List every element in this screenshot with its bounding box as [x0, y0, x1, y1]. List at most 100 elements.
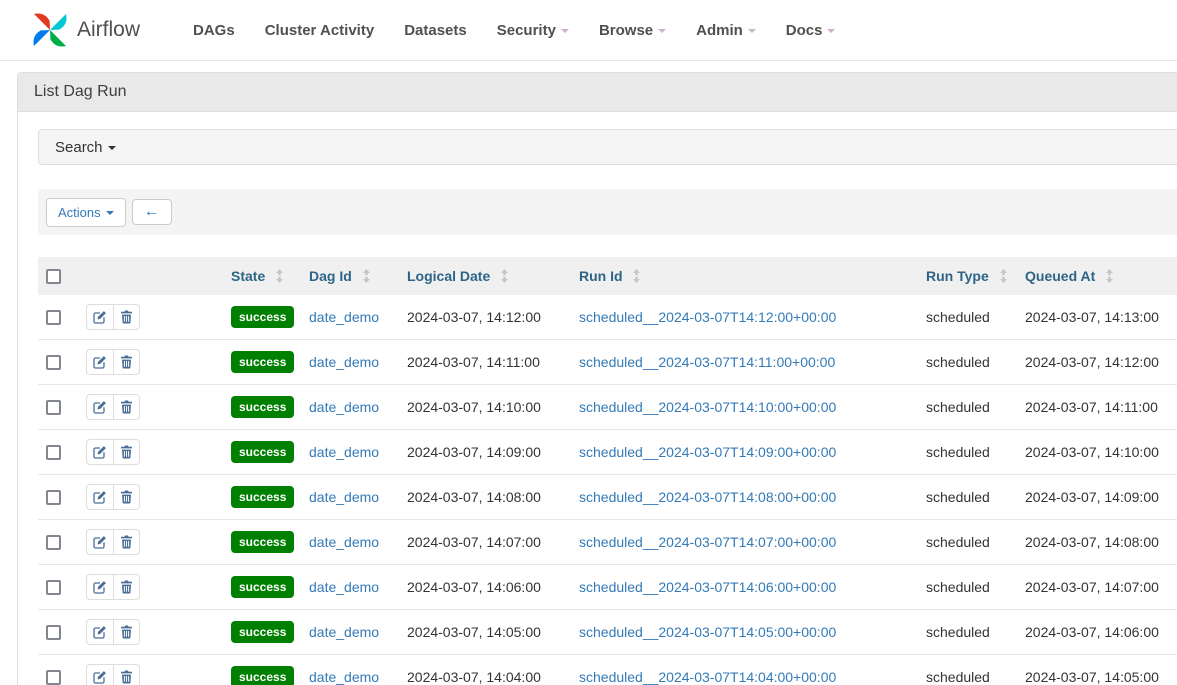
run-id-link[interactable]: scheduled__2024-03-07T14:12:00+00:00	[579, 309, 836, 325]
back-button[interactable]: ←	[132, 199, 172, 225]
edit-button[interactable]	[86, 439, 113, 465]
run-id-link[interactable]: scheduled__2024-03-07T14:11:00+00:00	[579, 354, 835, 370]
nav-item-label: Cluster Activity	[265, 22, 374, 39]
chevron-down-icon	[106, 211, 114, 215]
row-checkbox[interactable]	[46, 625, 61, 640]
dag-id-link[interactable]: date_demo	[309, 489, 379, 505]
delete-button[interactable]	[113, 394, 140, 420]
delete-button[interactable]	[113, 439, 140, 465]
actions-column-header	[78, 257, 223, 295]
delete-button[interactable]	[113, 664, 140, 685]
row-checkbox[interactable]	[46, 670, 61, 685]
row-checkbox[interactable]	[46, 580, 61, 595]
row-checkbox[interactable]	[46, 400, 61, 415]
row-select-cell	[38, 295, 78, 340]
state-badge: success	[231, 621, 294, 643]
run-id-link[interactable]: scheduled__2024-03-07T14:10:00+00:00	[579, 399, 836, 415]
delete-button[interactable]	[113, 529, 140, 555]
state-badge: success	[231, 486, 294, 508]
row-checkbox[interactable]	[46, 445, 61, 460]
table-body: success date_demo 2024-03-07, 14:12:00 s…	[38, 295, 1177, 685]
airflow-brand[interactable]: Airflow	[30, 10, 140, 50]
edit-button[interactable]	[86, 664, 113, 685]
trash-icon	[120, 490, 133, 504]
row-state-cell: success	[223, 430, 301, 475]
edit-button[interactable]	[86, 574, 113, 600]
dag-id-link[interactable]: date_demo	[309, 444, 379, 460]
row-state-cell: success	[223, 520, 301, 565]
select-all-header	[38, 257, 78, 295]
edit-icon	[93, 580, 107, 594]
run-id-link[interactable]: scheduled__2024-03-07T14:06:00+00:00	[579, 579, 836, 595]
actions-label: Actions	[58, 205, 101, 220]
dag-id-link[interactable]: date_demo	[309, 624, 379, 640]
delete-button[interactable]	[113, 304, 140, 330]
row-state-cell: success	[223, 610, 301, 655]
run-id-link[interactable]: scheduled__2024-03-07T14:07:00+00:00	[579, 534, 836, 550]
delete-button[interactable]	[113, 349, 140, 375]
row-run-id-cell: scheduled__2024-03-07T14:06:00+00:00	[571, 565, 918, 610]
delete-button[interactable]	[113, 574, 140, 600]
row-run-id-cell: scheduled__2024-03-07T14:07:00+00:00	[571, 520, 918, 565]
run-id-link[interactable]: scheduled__2024-03-07T14:08:00+00:00	[579, 489, 836, 505]
nav-item-docs[interactable]: Docs	[771, 12, 851, 49]
row-queued-at-cell: 2024-03-07, 14:12:00	[1017, 340, 1177, 385]
row-state-cell: success	[223, 340, 301, 385]
column-header-dag-id[interactable]: Dag Id	[301, 257, 399, 295]
dag-id-link[interactable]: date_demo	[309, 399, 379, 415]
nav-item-admin[interactable]: Admin	[681, 12, 771, 49]
column-header-run-id[interactable]: Run Id	[571, 257, 918, 295]
dag-id-link[interactable]: date_demo	[309, 309, 379, 325]
run-id-link[interactable]: scheduled__2024-03-07T14:04:00+00:00	[579, 669, 836, 685]
nav-item-cluster-activity[interactable]: Cluster Activity	[250, 12, 389, 49]
edit-button[interactable]	[86, 349, 113, 375]
row-dag-id-cell: date_demo	[301, 340, 399, 385]
edit-button[interactable]	[86, 619, 113, 645]
row-checkbox[interactable]	[46, 490, 61, 505]
row-state-cell: success	[223, 565, 301, 610]
nav-item-label: Docs	[786, 22, 823, 39]
delete-button[interactable]	[113, 484, 140, 510]
run-id-link[interactable]: scheduled__2024-03-07T14:05:00+00:00	[579, 624, 836, 640]
sort-icon	[1105, 269, 1114, 283]
dag-id-link[interactable]: date_demo	[309, 534, 379, 550]
row-checkbox[interactable]	[46, 355, 61, 370]
edit-button[interactable]	[86, 529, 113, 555]
column-header-run-type[interactable]: Run Type	[918, 257, 1017, 295]
search-dropdown[interactable]: Search	[38, 129, 1177, 165]
delete-button[interactable]	[113, 619, 140, 645]
table-row: success date_demo 2024-03-07, 14:06:00 s…	[38, 565, 1177, 610]
chevron-down-icon	[827, 29, 835, 33]
nav-item-browse[interactable]: Browse	[584, 12, 681, 49]
row-actions-cell	[78, 520, 223, 565]
nav-item-datasets[interactable]: Datasets	[389, 12, 482, 49]
row-checkbox[interactable]	[46, 310, 61, 325]
table-row: success date_demo 2024-03-07, 14:09:00 s…	[38, 430, 1177, 475]
column-header-queued-at[interactable]: Queued At	[1017, 257, 1177, 295]
column-header-state[interactable]: State	[223, 257, 301, 295]
select-all-checkbox[interactable]	[46, 269, 61, 284]
dag-id-link[interactable]: date_demo	[309, 579, 379, 595]
edit-button[interactable]	[86, 394, 113, 420]
dag-id-link[interactable]: date_demo	[309, 354, 379, 370]
dag-id-link[interactable]: date_demo	[309, 669, 379, 685]
row-actions-cell	[78, 295, 223, 340]
row-run-id-cell: scheduled__2024-03-07T14:10:00+00:00	[571, 385, 918, 430]
row-checkbox[interactable]	[46, 535, 61, 550]
list-dag-run-panel: List Dag Run Search Actions ←	[17, 72, 1177, 685]
edit-icon	[93, 400, 107, 414]
nav-item-security[interactable]: Security	[482, 12, 584, 49]
column-header-logical-date[interactable]: Logical Date	[399, 257, 571, 295]
edit-button[interactable]	[86, 484, 113, 510]
actions-dropdown-button[interactable]: Actions	[46, 198, 126, 227]
nav-item-dags[interactable]: DAGs	[178, 12, 250, 49]
table-row: success date_demo 2024-03-07, 14:12:00 s…	[38, 295, 1177, 340]
nav-item-label: Browse	[599, 22, 653, 39]
panel-body: Search Actions ←	[18, 112, 1177, 685]
column-label: Logical Date	[407, 268, 490, 284]
run-id-link[interactable]: scheduled__2024-03-07T14:09:00+00:00	[579, 444, 836, 460]
row-run-type-cell: scheduled	[918, 340, 1017, 385]
nav-item-label: Datasets	[404, 22, 467, 39]
row-queued-at-cell: 2024-03-07, 14:08:00	[1017, 520, 1177, 565]
edit-button[interactable]	[86, 304, 113, 330]
